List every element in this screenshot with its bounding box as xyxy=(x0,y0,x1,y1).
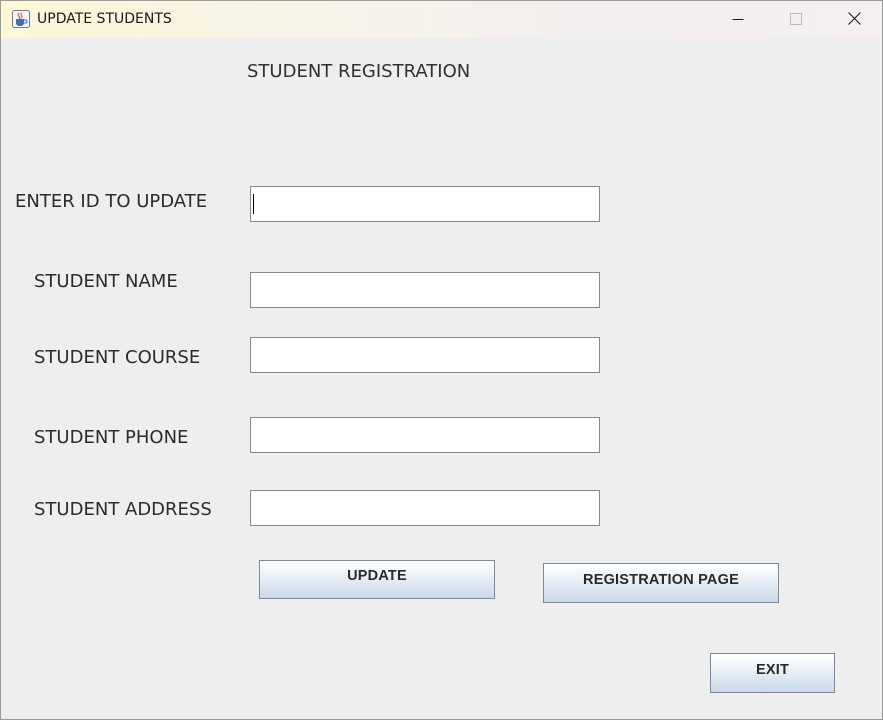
java-cup-icon xyxy=(12,10,30,28)
label-student-address: STUDENT ADDRESS xyxy=(34,499,212,520)
minimize-button[interactable] xyxy=(709,1,767,38)
student-address-input[interactable] xyxy=(250,490,600,526)
registration-page-button[interactable]: REGISTRATION PAGE xyxy=(543,563,779,603)
update-button[interactable]: UPDATE xyxy=(259,560,495,599)
label-student-name: STUDENT NAME xyxy=(34,271,178,292)
close-button[interactable] xyxy=(825,1,882,38)
enter-id-input[interactable] xyxy=(250,186,600,222)
label-enter-id: ENTER ID TO UPDATE xyxy=(15,191,208,212)
label-student-phone: STUDENT PHONE xyxy=(34,427,189,448)
title-bar[interactable]: UPDATE STUDENTS xyxy=(1,1,882,38)
maximize-button[interactable] xyxy=(767,1,825,38)
form-heading: STUDENT REGISTRATION xyxy=(247,61,471,82)
label-student-course: STUDENT COURSE xyxy=(34,347,201,368)
update-students-window: UPDATE STUDENTS STUDENT REGISTRATION ENT… xyxy=(0,0,883,720)
registration-page-button-label: REGISTRATION PAGE xyxy=(583,572,739,588)
student-phone-input[interactable] xyxy=(250,417,600,453)
exit-button[interactable]: EXIT xyxy=(710,653,835,693)
update-button-label: UPDATE xyxy=(347,567,407,584)
exit-button-label: EXIT xyxy=(755,662,790,678)
window-title: UPDATE STUDENTS xyxy=(37,11,172,27)
maximize-icon xyxy=(790,10,802,29)
text-caret xyxy=(253,194,254,214)
minimize-icon xyxy=(732,10,744,29)
student-name-input[interactable] xyxy=(250,272,600,308)
student-course-input[interactable] xyxy=(250,337,600,373)
close-icon xyxy=(847,10,861,29)
